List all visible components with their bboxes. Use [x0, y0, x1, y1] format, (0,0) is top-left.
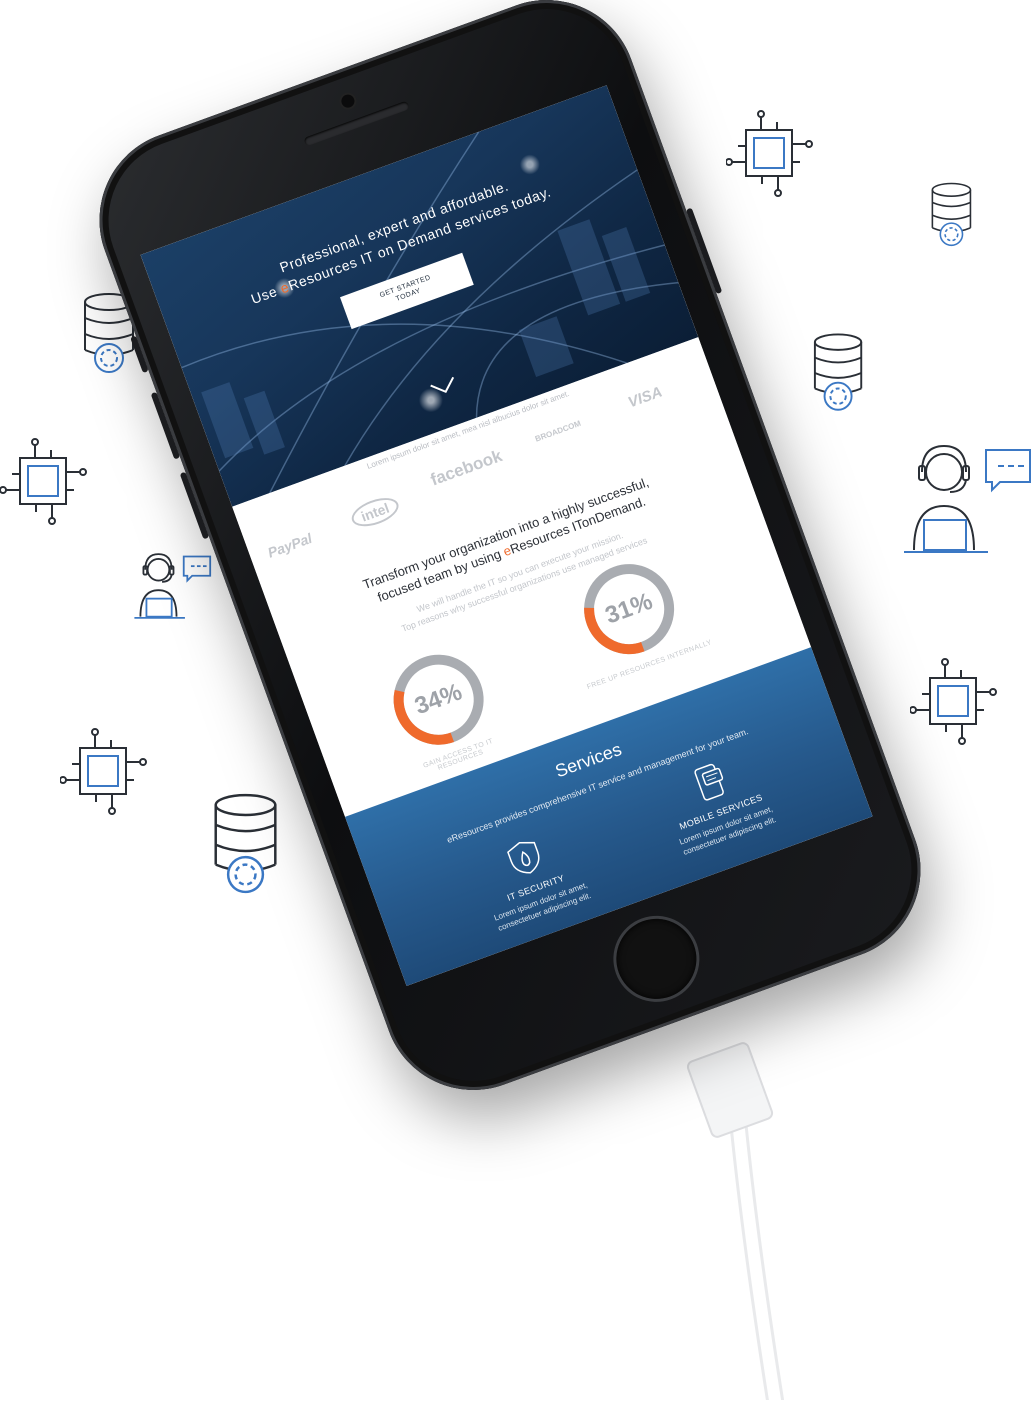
earpiece-speaker — [303, 100, 410, 147]
home-button[interactable] — [605, 907, 708, 1011]
lightning-cable — [600, 1040, 860, 1405]
support-agent-icon — [900, 440, 1033, 558]
volume-button — [150, 391, 181, 460]
chip-icon — [60, 728, 150, 818]
database-sync-icon — [212, 790, 284, 902]
logo-intel: intel — [348, 492, 403, 532]
chip-icon — [726, 110, 816, 200]
logo-broadcom: BROADCOM — [533, 418, 583, 444]
chip-icon — [0, 438, 90, 528]
front-camera — [339, 92, 357, 110]
database-sync-icon — [812, 330, 868, 418]
chip-icon — [910, 658, 1000, 748]
shield-fire-icon — [507, 841, 540, 874]
database-sync-icon — [930, 180, 976, 252]
volume-button — [179, 471, 210, 540]
logo-paypal: PayPal — [265, 529, 315, 561]
logo-facebook: facebook — [427, 446, 505, 490]
power-button — [685, 207, 723, 295]
mobile-chat-icon — [694, 763, 724, 801]
logo-visa: VISA — [625, 383, 665, 412]
support-agent-icon — [132, 550, 212, 622]
